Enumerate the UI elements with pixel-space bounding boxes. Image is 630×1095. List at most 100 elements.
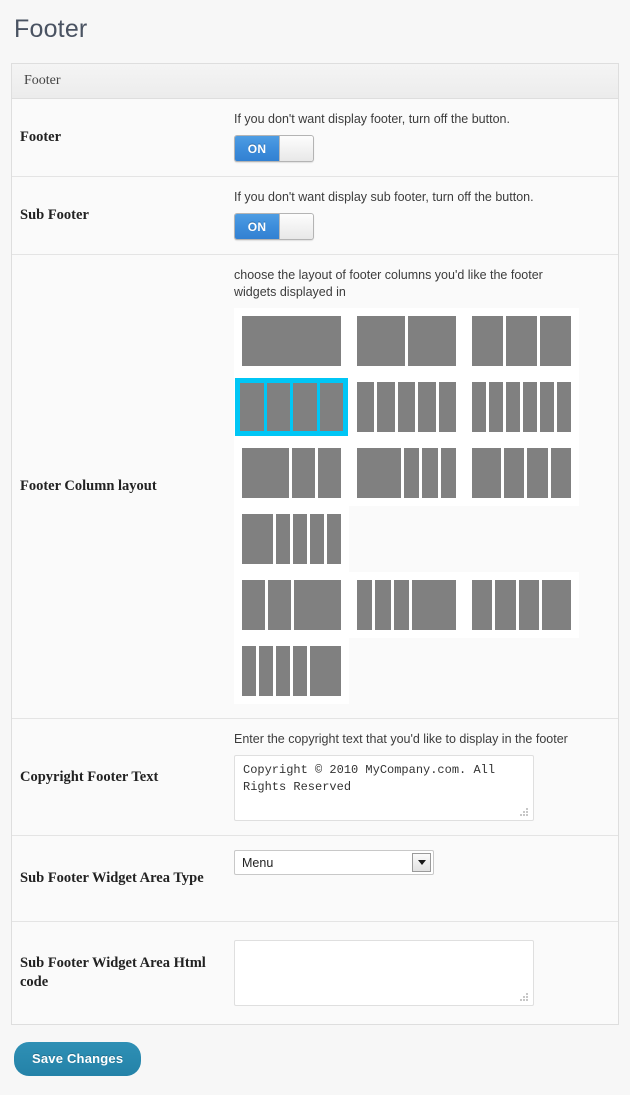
row-field-widget-area-type: Menu	[234, 836, 618, 921]
row-widget-area-type: Sub Footer Widget Area Type Menu	[12, 836, 618, 922]
row-field-copyright-footer-text: Enter the copyright text that you'd like…	[234, 719, 618, 835]
layout-column-bar	[319, 383, 343, 431]
layout-column-bar	[292, 514, 307, 564]
layout-option-wide-left-four-narrow[interactable]	[234, 506, 349, 572]
layout-column-bar	[309, 514, 324, 564]
layout-column-bar	[377, 382, 395, 432]
page-title: Footer	[14, 15, 88, 43]
layout-column-bar	[326, 514, 341, 564]
form-actions: Save Changes	[0, 1025, 630, 1076]
layout-column-bar	[404, 448, 420, 498]
layout-column-bar	[542, 580, 571, 630]
layout-empty-slot	[349, 638, 464, 704]
layout-column-bar	[472, 316, 503, 366]
layout-column-bar	[318, 448, 341, 498]
layout-column-bar	[293, 580, 341, 630]
layout-empty-slot	[464, 638, 579, 704]
layout-preview	[242, 514, 341, 564]
layout-option-four-narrow-wide-right[interactable]	[234, 638, 349, 704]
layout-column-bar	[375, 580, 391, 630]
layout-preview	[242, 448, 341, 498]
layout-column-bar	[293, 383, 317, 431]
layout-column-bar	[495, 580, 516, 630]
layout-column-bar	[242, 316, 341, 366]
panel-header: Footer	[12, 64, 618, 99]
layout-column-bar	[393, 580, 409, 630]
layout-column-bar	[411, 580, 456, 630]
layout-column-bar	[266, 383, 290, 431]
layout-preview	[357, 316, 456, 366]
layout-option-one-column[interactable]	[234, 308, 349, 374]
sub-footer-toggle-knob[interactable]	[279, 214, 313, 239]
layout-column-bar	[550, 448, 571, 498]
chevron-down-icon[interactable]	[412, 853, 431, 872]
copyright-hint: Enter the copyright text that you'd like…	[234, 732, 568, 746]
layout-preview	[472, 382, 571, 432]
layout-column-bar	[418, 382, 436, 432]
row-widget-area-html: Sub Footer Widget Area Html code	[12, 922, 618, 1024]
layout-preview	[242, 646, 341, 696]
layout-column-bar	[242, 448, 290, 498]
layout-option-two-columns[interactable]	[349, 308, 464, 374]
layout-option-two-narrow-wide-right[interactable]	[234, 572, 349, 638]
footer-hint: If you don't want display footer, turn o…	[234, 112, 510, 126]
row-label-footer-column-layout: Footer Column layout	[20, 478, 157, 494]
footer-column-layout-picker[interactable]	[234, 308, 579, 704]
row-sub-footer: Sub Footer If you don't want display sub…	[12, 177, 618, 255]
layout-option-four-columns[interactable]	[234, 374, 349, 440]
row-field-footer-column-layout: choose the layout of footer columns you'…	[234, 255, 618, 718]
widget-area-html-textarea[interactable]	[234, 940, 534, 1006]
layout-empty-slot	[349, 506, 464, 572]
layout-column-bar	[472, 382, 486, 432]
layout-option-three-narrow-wide-right[interactable]	[349, 572, 464, 638]
layout-empty-slot	[464, 506, 579, 572]
layout-option-three-columns[interactable]	[464, 308, 579, 374]
copyright-textarea[interactable]: Copyright © 2010 MyCompany.com. All Righ…	[234, 755, 534, 821]
layout-preview	[472, 580, 571, 630]
layout-option-wide-left-two-narrow[interactable]	[234, 440, 349, 506]
row-copyright-footer-text: Copyright Footer Text Enter the copyrigh…	[12, 719, 618, 836]
layout-column-bar	[267, 580, 291, 630]
layout-column-bar	[293, 646, 308, 696]
row-footer: Footer If you don't want display footer,…	[12, 99, 618, 177]
row-footer-column-layout: Footer Column layout choose the layout o…	[12, 255, 618, 719]
layout-option-three-equal-wide-right[interactable]	[464, 572, 579, 638]
widget-area-type-select[interactable]: Menu	[234, 850, 434, 875]
layout-preview	[472, 448, 571, 498]
layout-column-bar	[397, 382, 416, 432]
layout-preview	[357, 580, 456, 630]
layout-option-wide-left-three-equal[interactable]	[464, 440, 579, 506]
layout-preview	[242, 316, 341, 366]
widget-area-type-value: Menu	[242, 855, 274, 870]
save-changes-button[interactable]: Save Changes	[14, 1042, 142, 1076]
sub-footer-toggle[interactable]: ON	[234, 213, 314, 240]
footer-toggle[interactable]: ON	[234, 135, 314, 162]
layout-column-bar	[522, 382, 537, 432]
layout-option-five-columns[interactable]	[349, 374, 464, 440]
layout-preview	[357, 448, 456, 498]
layout-preview	[242, 580, 341, 630]
layout-column-bar	[357, 382, 375, 432]
layout-preview	[472, 316, 571, 366]
layout-column-bar	[440, 448, 456, 498]
layout-column-bar	[310, 646, 341, 696]
layout-column-bar	[539, 382, 554, 432]
row-label-widget-area-html: Sub Footer Widget Area Html code	[20, 955, 206, 990]
layout-column-bar	[422, 448, 438, 498]
layout-option-six-columns[interactable]	[464, 374, 579, 440]
footer-settings-panel: Footer Footer If you don't want display …	[11, 63, 619, 1025]
layout-preview	[357, 382, 456, 432]
row-label-footer: Footer	[20, 129, 62, 145]
layout-option-wide-left-three-narrow[interactable]	[349, 440, 464, 506]
footer-toggle-on-label: ON	[235, 136, 279, 161]
row-label-copyright-footer-text: Copyright Footer Text	[20, 768, 159, 785]
footer-toggle-knob[interactable]	[279, 136, 313, 161]
layout-preview	[235, 378, 348, 436]
layout-column-bar	[539, 316, 571, 366]
sub-footer-toggle-on-label: ON	[235, 214, 279, 239]
widget-area-html-textarea-wrap	[234, 940, 534, 1006]
layout-column-bar	[357, 580, 373, 630]
layout-column-bar	[275, 514, 290, 564]
layout-column-bar	[242, 646, 257, 696]
layout-column-bar	[259, 646, 274, 696]
